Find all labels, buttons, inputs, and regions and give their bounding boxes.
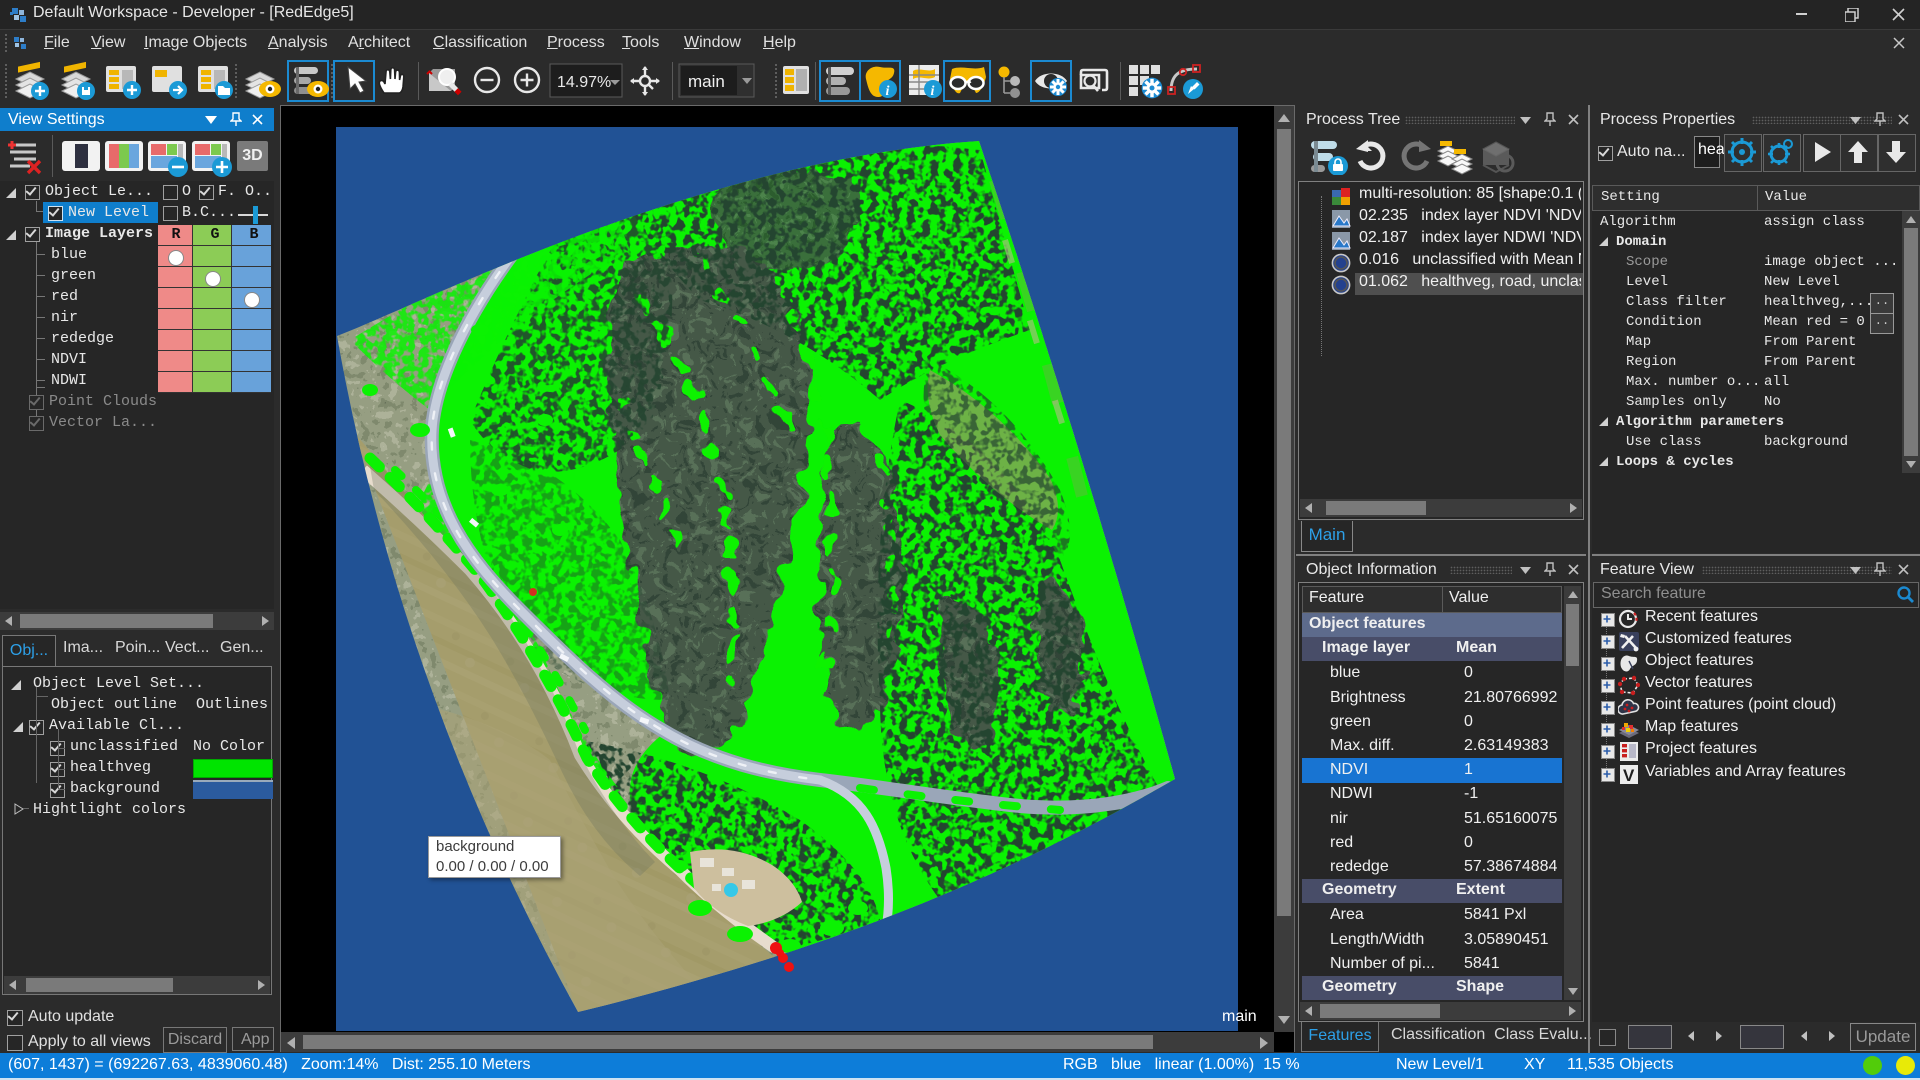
svg-text:14.97%: 14.97% [557,74,611,91]
svg-text:i: i [886,84,890,99]
svg-text:i: i [931,84,935,99]
svg-text:V: V [1623,766,1635,785]
svg-text:main: main [688,72,725,91]
